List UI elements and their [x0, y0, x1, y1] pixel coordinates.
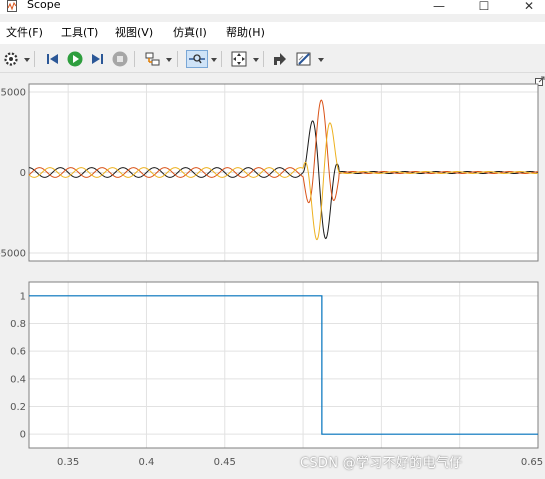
y-tick-label: 0.2 [10, 402, 26, 413]
y-tick-label: 1 [20, 291, 26, 302]
window-title: Scope [27, 0, 61, 11]
title-bar: Scope — ☐ ✕ [0, 0, 545, 14]
scope-plot-area: 5000 0 -5000 0.35 0.4 0.45 0.65 1 0.8 0.6 0.4 0.2 0 [0, 83, 543, 468]
zoom-dropdown-icon[interactable] [211, 58, 217, 62]
plot-background [29, 282, 538, 448]
menu-file[interactable]: 文件(F) [6, 22, 43, 44]
toolbar-separator [34, 51, 35, 67]
highlight-block-icon[interactable] [144, 50, 162, 68]
fit-dropdown-icon[interactable] [253, 58, 259, 62]
y-tick-label: 0 [20, 430, 26, 441]
x-tick-label: 0.4 [139, 457, 155, 468]
gear-dropdown-icon[interactable] [24, 58, 30, 62]
toolbar [0, 46, 545, 73]
y-tick-label: 0 [20, 168, 26, 179]
zoom-icon[interactable] [186, 50, 208, 68]
x-tick-label: 0.35 [57, 457, 79, 468]
y-tick-label: 0.4 [10, 374, 26, 385]
style-icon[interactable] [295, 50, 313, 68]
toolbar-separator [263, 51, 264, 67]
gear-icon[interactable] [2, 50, 20, 68]
watermark-text: CSDN @学习不好的电气仔 [300, 456, 463, 471]
stop-icon[interactable] [111, 50, 129, 68]
fit-to-view-icon[interactable] [230, 50, 248, 68]
y-tick-label: 5000 [1, 88, 26, 99]
menu-bar: 文件(F) 工具(T) 视图(V) 仿真(I) 帮助(H) [0, 22, 545, 44]
scope-app-icon [7, 0, 17, 12]
minimize-button[interactable]: — [425, 0, 453, 14]
menu-help[interactable]: 帮助(H) [226, 22, 265, 44]
y-tick-label: -5000 [0, 248, 26, 259]
style-dropdown-icon[interactable] [318, 58, 324, 62]
menu-tools[interactable]: 工具(T) [61, 22, 98, 44]
menu-simulation[interactable]: 仿真(I) [173, 22, 207, 44]
signal-select-icon[interactable] [271, 50, 289, 68]
toolbar-separator [134, 51, 135, 67]
highlight-dropdown-icon[interactable] [166, 58, 172, 62]
toolbar-separator [177, 51, 178, 67]
step-back-icon[interactable] [44, 50, 62, 68]
run-icon[interactable] [66, 50, 84, 68]
close-button[interactable]: ✕ [515, 0, 543, 14]
maximize-button[interactable]: ☐ [470, 0, 498, 14]
step-forward-icon[interactable] [88, 50, 106, 68]
toolbar-separator [221, 51, 222, 67]
y-tick-label: 0.6 [10, 347, 26, 358]
bottom-axes[interactable]: 0.35 0.4 0.45 0.65 1 0.8 0.6 0.4 0.2 0 [10, 281, 543, 468]
x-tick-label: 0.65 [521, 457, 543, 468]
top-axes[interactable]: 5000 0 -5000 [0, 83, 539, 262]
x-tick-label: 0.45 [214, 457, 236, 468]
menu-view[interactable]: 视图(V) [115, 22, 153, 44]
y-tick-label: 0.8 [10, 319, 26, 330]
